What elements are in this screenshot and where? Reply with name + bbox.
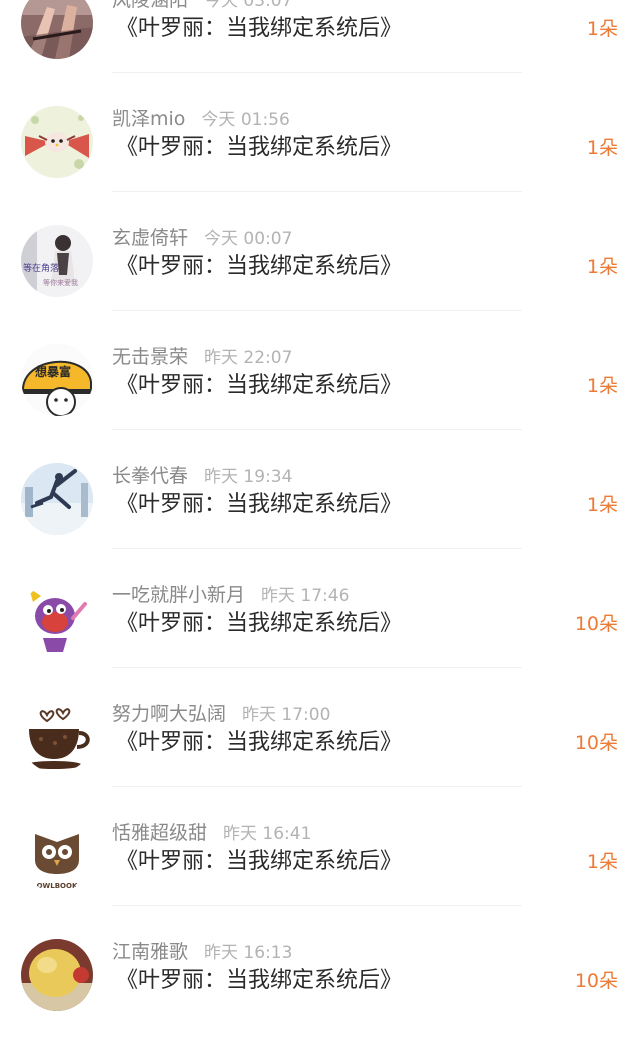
- divider: [112, 905, 522, 906]
- avatar[interactable]: [21, 0, 93, 59]
- timestamp: 昨天 17:00: [242, 705, 331, 725]
- book-title[interactable]: 《叶罗丽：当我绑定系统后》: [116, 250, 402, 284]
- divider: [112, 310, 522, 311]
- avatar[interactable]: [21, 106, 93, 178]
- skater-photo-icon: [21, 463, 93, 535]
- avatar[interactable]: [21, 463, 93, 535]
- timestamp: 昨天 16:13: [204, 943, 293, 963]
- user-name[interactable]: 恬雅超级甜: [112, 822, 207, 844]
- book-title[interactable]: 《叶罗丽：当我绑定系统后》: [116, 12, 402, 46]
- user-meta: 江南雅歌 昨天 16:13: [112, 940, 292, 964]
- list-item[interactable]: OWLBOOK 恬雅超级甜 昨天 16:41 《叶罗丽：当我绑定系统后》 1朵: [0, 817, 640, 936]
- timestamp: 今天 01:56: [201, 110, 290, 130]
- user-name[interactable]: 努力啊大弘阔: [112, 703, 226, 725]
- user-name[interactable]: 长拳代春: [112, 465, 188, 487]
- divider: [112, 429, 522, 430]
- user-name[interactable]: 玄虚倚轩: [112, 227, 188, 249]
- book-title[interactable]: 《叶罗丽：当我绑定系统后》: [116, 488, 402, 522]
- user-meta: 长拳代春 昨天 19:34: [112, 464, 292, 488]
- list-item[interactable]: 风陵涵阳 今天 03:07 《叶罗丽：当我绑定系统后》 1朵: [0, 0, 640, 103]
- user-meta: 凯泽mio 今天 01:56: [112, 107, 290, 131]
- avatar[interactable]: 想暴富: [21, 344, 93, 416]
- divider: [112, 667, 522, 668]
- flower-count: 1朵: [586, 256, 618, 278]
- list-item[interactable]: 等在角落 等你来爱我 玄虚倚轩 今天 00:07 《叶罗丽：当我绑定系统后》 1朵: [0, 222, 640, 341]
- avatar-caption: 等在角落: [23, 262, 59, 274]
- flower-count: 1朵: [586, 851, 618, 873]
- list-item[interactable]: 一吃就胖小新月 昨天 17:46 《叶罗丽：当我绑定系统后》 10朵: [0, 579, 640, 698]
- divider: [112, 72, 522, 73]
- yellow-toy-icon: [21, 939, 93, 1011]
- flower-gift-list: 风陵涵阳今天 03:07 《叶罗丽：当我绑定系统后》 1朵 凯泽mio今天: [0, 0, 640, 1021]
- book-title[interactable]: 《叶罗丽：当我绑定系统后》: [116, 726, 402, 760]
- legs-photo-icon: [21, 0, 93, 59]
- hello-kitty-bow-icon: [21, 106, 93, 178]
- user-name[interactable]: 江南雅歌: [112, 941, 188, 963]
- timestamp: 今天 00:07: [204, 229, 293, 249]
- flower-count: 1朵: [586, 494, 618, 516]
- list-item[interactable]: 江南雅歌 昨天 16:13 《叶罗丽：当我绑定系统后》 10朵: [0, 936, 640, 1055]
- divider: [112, 191, 522, 192]
- list-item[interactable]: 努力啊大弘阔 昨天 17:00 《叶罗丽：当我绑定系统后》 10朵: [0, 698, 640, 817]
- timestamp: 昨天 17:46: [261, 586, 350, 606]
- user-meta: 玄虚倚轩 今天 00:07: [112, 226, 292, 250]
- avatar-caption: 想暴富: [34, 364, 71, 379]
- timestamp: 昨天 22:07: [204, 348, 293, 368]
- flower-count: 10朵: [574, 732, 618, 754]
- girl-photo-icon: 等在角落 等你来爱我: [21, 225, 93, 297]
- book-title[interactable]: 《叶罗丽：当我绑定系统后》: [116, 607, 402, 641]
- book-title[interactable]: 《叶罗丽：当我绑定系统后》: [116, 131, 402, 165]
- user-meta: 一吃就胖小新月 昨天 17:46: [112, 583, 349, 607]
- user-meta: 风陵涵阳 今天 03:07: [112, 0, 292, 12]
- user-meta: 恬雅超级甜 昨天 16:41: [112, 821, 311, 845]
- user-name[interactable]: 凯泽mio: [112, 108, 185, 130]
- user-meta: 努力啊大弘阔 昨天 17:00: [112, 702, 330, 726]
- timestamp: 昨天 16:41: [223, 824, 312, 844]
- user-name[interactable]: 一吃就胖小新月: [112, 584, 245, 606]
- user-meta: 无击景荣 昨天 22:07: [112, 345, 292, 369]
- list-item[interactable]: 长拳代春 昨天 19:34 《叶罗丽：当我绑定系统后》 1朵: [0, 460, 640, 579]
- avatar-caption: OWLBOOK: [37, 882, 78, 890]
- flower-count: 10朵: [574, 970, 618, 992]
- avatar[interactable]: 等在角落 等你来爱我: [21, 225, 93, 297]
- list-item[interactable]: 想暴富 无击景荣 昨天 22:07 《叶罗丽：当我绑定系统后》 1朵: [0, 341, 640, 460]
- list-item[interactable]: 凯泽mio 今天 01:56 《叶罗丽：当我绑定系统后》 1朵: [0, 103, 640, 222]
- avatar-caption: 等你来爱我: [43, 278, 78, 287]
- user-name[interactable]: 风陵涵阳: [112, 0, 188, 11]
- flower-count: 1朵: [586, 137, 618, 159]
- divider: [112, 548, 522, 549]
- helmet-cat-icon: 想暴富: [21, 344, 93, 416]
- divider: [112, 786, 522, 787]
- book-title[interactable]: 《叶罗丽：当我绑定系统后》: [116, 964, 402, 998]
- book-title[interactable]: 《叶罗丽：当我绑定系统后》: [116, 369, 402, 403]
- timestamp: 今天 03:07: [204, 0, 293, 11]
- book-title[interactable]: 《叶罗丽：当我绑定系统后》: [116, 845, 402, 879]
- purple-cartoon-icon: [21, 582, 93, 654]
- flower-count: 10朵: [574, 613, 618, 635]
- avatar[interactable]: [21, 939, 93, 1011]
- avatar[interactable]: [21, 701, 93, 773]
- flower-count: 1朵: [586, 375, 618, 397]
- avatar[interactable]: OWLBOOK: [21, 820, 93, 892]
- timestamp: 昨天 19:34: [204, 467, 293, 487]
- flower-count: 1朵: [586, 18, 618, 40]
- user-name[interactable]: 无击景荣: [112, 346, 188, 368]
- avatar[interactable]: [21, 582, 93, 654]
- owlbook-logo-icon: OWLBOOK: [21, 820, 93, 892]
- coffee-cup-icon: [21, 701, 93, 773]
